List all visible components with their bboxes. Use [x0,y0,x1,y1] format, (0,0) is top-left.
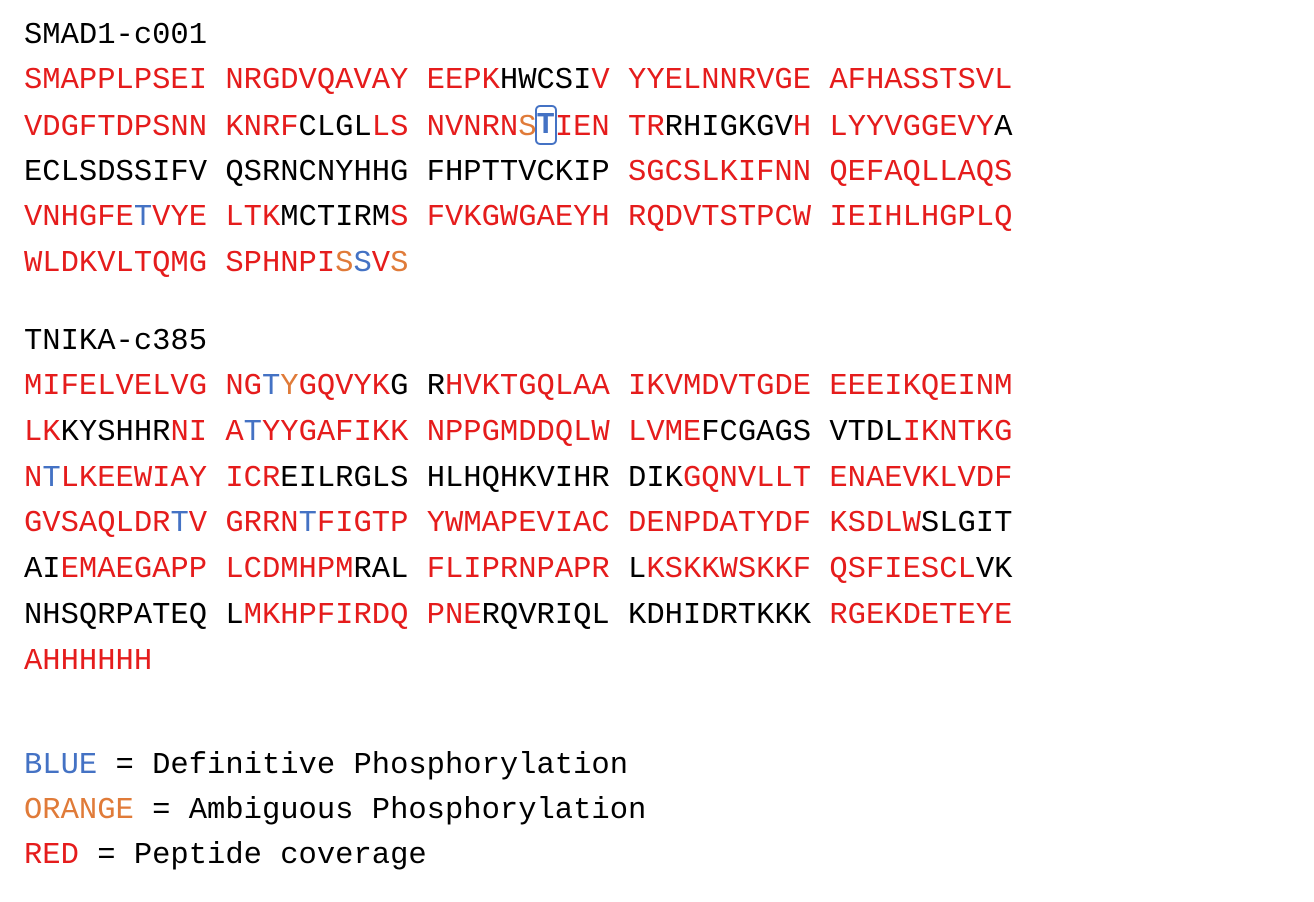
sequence-line: GVSAQLDRTV GRRNTFIGTP YWMAPEVIAC DENPDAT… [24,502,1012,548]
uncovered-segment: NHSQRPATEQ L [24,598,244,633]
covered-segment: FLIPRNPAPR [408,553,629,588]
covered-segment: V [371,247,391,282]
covered-segment: SGCSLKIFNN QEFAQLLAQS [628,155,1013,190]
legend-key: RED [24,839,79,873]
legend-item-orange: ORANGE = Ambiguous Phosphorylation [24,789,646,834]
protein-title: TNIKA-c385 [24,325,208,359]
uncovered-segment: EILRGLS HLHQHKVIHR DIK [280,461,683,496]
smad1-sequence-block: SMAD1-c001 SMAPPLPSEI NRGDVQAVAY EEPKHWC… [24,13,1012,288]
protein-title: SMAD1-c001 [24,19,208,53]
covered-segment: LS NVNRN [371,110,519,145]
uncovered-segment: FCGAGS VTDL [701,415,903,450]
ambiguous-phospho-site: S [335,247,354,282]
tnika-sequence-block: TNIKA-c385 MIFELVELVG NGTYGQVYKG RHVKTGQ… [24,319,1012,686]
definitive-phospho-site: T [261,370,281,404]
sequence-line: VDGFTDPSNN KNRFCLGLLS NVNRNSTIEN TRRHIGK… [24,104,1013,151]
covered-segment: V GRRN [188,507,299,542]
legend-item-blue: BLUE = Definitive Phosphorylation [24,744,646,789]
sequence-line: LKKYSHHRNI ATYYGAFIKK NPPGMDDQLW LVMEFCG… [24,411,1012,457]
uncovered-segment: AI [24,553,61,588]
covered-segment: HVKTGQLAA IKVMDVTGDE EEEIKQEINM [445,370,1013,404]
uncovered-segment: ECLSDSSIFV QSRNCNYHHG FHPTTVCKIP [24,155,628,190]
ambiguous-phospho-site: S [390,247,409,282]
covered-segment: VDGFTDPSNN KNRF [24,110,299,145]
covered-segment: GVSAQLDR [24,507,171,542]
legend-text: = Definitive Phosphorylation [97,749,629,783]
covered-segment: GQNVLLT ENAEVKLVDF [682,461,1013,496]
definitive-phospho-site: T [133,201,153,236]
covered-segment: RGEKDETEYE [829,598,1013,633]
definitive-phospho-site: S [353,247,372,282]
covered-segment: VYE LTK [152,201,281,236]
covered-segment: WLDKVLTQMG SPHNPI [24,247,336,282]
covered-segment: NI A [170,415,244,450]
legend-key: BLUE [24,749,98,783]
covered-segment: LK [24,415,61,450]
sequence-line: SMAPPLPSEI NRGDVQAVAY EEPKHWCSIV YYELNNR… [24,59,1012,105]
covered-segment: V YYELNNRVGE AFHASSTSVL [591,64,1013,98]
uncovered-segment: HWCSI [499,64,592,98]
uncovered-segment: SLGIT [920,507,1013,542]
covered-segment: VNHGFE [24,201,134,236]
sequence-line: NTLKEEWIAY ICREILRGLS HLHQHKVIHR DIKGQNV… [24,457,1012,503]
covered-segment: GQVYK [298,370,391,404]
sequence-lines: MIFELVELVG NGTYGQVYKG RHVKTGQLAA IKVMDVT… [24,365,1012,686]
uncovered-segment: RQVRIQL KDHIDRTKKK [481,598,830,633]
legend-text: = Peptide coverage [78,839,427,873]
covered-segment: YYGAFIKK NPPGMDDQLW LVME [261,415,702,450]
sequence-line: AIEMAEGAPP LCDMHPMRAL FLIPRNPAPR LKSKKWS… [24,548,1012,594]
sequence-line: VNHGFETVYE LTKMCTIRMS FVKGWGAEYH RQDVTST… [24,196,1012,242]
covered-segment: LKEEWIAY ICR [60,461,281,496]
uncovered-segment: VK [975,553,1013,588]
legend-text: = Ambiguous Phosphorylation [133,794,647,828]
highlighted-phospho-site: T [534,104,557,145]
definitive-phospho-site: T [298,507,317,542]
covered-segment: MIFELVELVG NG [24,370,262,404]
sequence-line: ECLSDSSIFV QSRNCNYHHG FHPTTVCKIP SGCSLKI… [24,151,1012,197]
uncovered-segment: MCTIRM [280,201,391,236]
uncovered-segment: L [628,553,647,588]
sequence-line: AHHHHHH [24,640,1012,686]
covered-segment: AHHHHHH [24,644,153,679]
legend-key: ORANGE [24,794,134,828]
color-legend: BLUE = Definitive Phosphorylation ORANGE… [24,744,646,879]
sequence-line: WLDKVLTQMG SPHNPISSVS [24,242,1012,288]
covered-segment: N [24,461,43,496]
covered-segment: SMAPPLPSEI NRGDVQAVAY EEPK [24,64,500,98]
ambiguous-phospho-site: S [518,110,537,145]
legend-item-red: RED = Peptide coverage [24,834,646,879]
uncovered-segment: G R [390,370,446,404]
covered-segment: S FVKGWGAEYH RQDVTSTPCW IEIHLHGPLQ [390,201,1013,236]
uncovered-segment: CLGL [298,110,372,145]
covered-segment: MKHPFIRDQ PNE [243,598,482,633]
uncovered-segment: KYSHHR [60,415,171,450]
covered-segment: FIGTP YWMAPEVIAC DENPDATYDF KSDLW [316,507,921,542]
definitive-phospho-site: T [170,507,189,542]
definitive-phospho-site: T [42,461,61,496]
sequence-lines: SMAPPLPSEI NRGDVQAVAY EEPKHWCSIV YYELNNR… [24,59,1012,288]
covered-segment: IEN TR [554,110,665,145]
covered-segment: H LYYVGGEVY [792,110,995,145]
covered-segment: EMAEGAPP LCDMHPM [60,553,354,588]
sequence-line: MIFELVELVG NGTYGQVYKG RHVKTGQLAA IKVMDVT… [24,365,1012,411]
sequence-line: NHSQRPATEQ LMKHPFIRDQ PNERQVRIQL KDHIDRT… [24,594,1012,640]
ambiguous-phospho-site: Y [280,370,299,404]
uncovered-segment: RHIGKGV [664,110,793,145]
covered-segment: KSKKWSKKF QSFIESCL [646,553,976,588]
definitive-phospho-site: T [243,415,262,450]
uncovered-segment: A [994,110,1013,145]
uncovered-segment: RAL [353,553,409,588]
covered-segment: IKNTKG [902,415,1013,450]
